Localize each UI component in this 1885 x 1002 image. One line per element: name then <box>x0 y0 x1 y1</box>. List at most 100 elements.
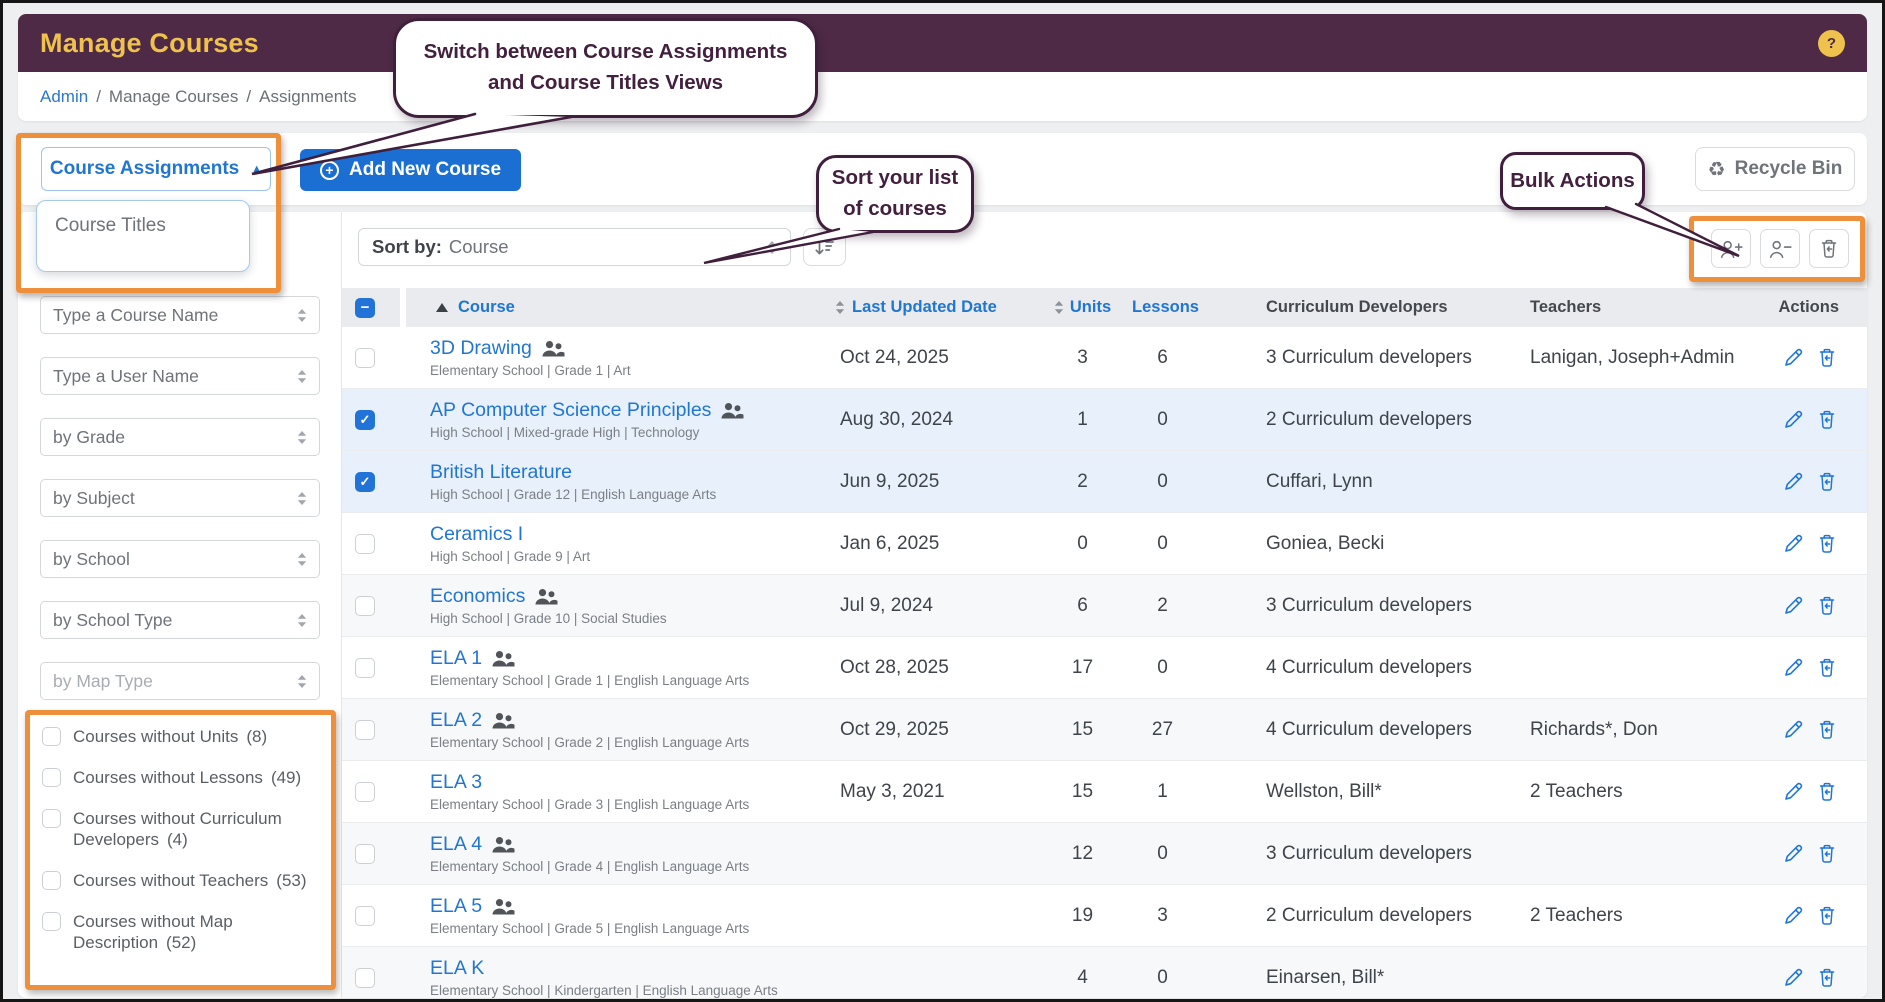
checkbox[interactable] <box>42 871 61 890</box>
filter-select[interactable]: by School Type <box>40 601 320 639</box>
filter-checkbox-item[interactable]: Courses without Curriculum Developers (4) <box>42 808 319 850</box>
row-checkbox[interactable]: ✓ <box>355 905 375 926</box>
filter-select[interactable]: Type a User Name <box>40 357 320 395</box>
course-subtitle: High School | Mixed-grade High | Technol… <box>430 425 700 440</box>
chevron-up-icon: ▲ <box>251 162 263 175</box>
course-link[interactable]: 3D Drawing <box>430 337 532 360</box>
teachers-cell: 2 Teachers <box>1530 904 1623 926</box>
edit-button[interactable] <box>1783 905 1804 926</box>
row-checkbox[interactable]: ✓ <box>355 471 375 492</box>
bulk-add-user-button[interactable] <box>1711 229 1751 268</box>
delete-button[interactable] <box>1817 657 1837 678</box>
course-link[interactable]: ELA 1 <box>430 647 482 670</box>
filter-select[interactable]: by School <box>40 540 320 578</box>
column-header-lessons[interactable]: Lessons <box>1130 298 1199 317</box>
sort-by-label: Sort by: <box>372 236 442 257</box>
edit-button[interactable] <box>1783 347 1804 368</box>
filter-count: (52) <box>166 933 197 952</box>
teachers-cell: Lanigan, Joseph+Admin <box>1530 346 1735 368</box>
filter-select[interactable]: Type a Course Name <box>40 296 320 334</box>
checkbox[interactable] <box>42 768 61 787</box>
filter-count: (49) <box>270 768 302 787</box>
column-header-curriculum-developers: Curriculum Developers <box>1266 298 1448 316</box>
filter-checkbox-item[interactable]: Courses without Map Description (52) <box>42 911 319 953</box>
checkbox[interactable] <box>42 912 61 931</box>
delete-button[interactable] <box>1817 905 1837 926</box>
course-link[interactable]: ELA 4 <box>430 833 482 856</box>
row-checkbox[interactable]: ✓ <box>355 843 375 864</box>
course-link[interactable]: British Literature <box>430 461 572 484</box>
edit-button[interactable] <box>1783 967 1804 988</box>
sort-by-value: Course <box>448 236 509 257</box>
sort-direction-button[interactable] <box>803 228 846 266</box>
delete-button[interactable] <box>1817 347 1837 368</box>
table-row: ✓ ELA K <box>342 946 1867 998</box>
lessons-cell: 0 <box>1157 470 1168 492</box>
delete-button[interactable] <box>1817 843 1837 864</box>
checkbox[interactable] <box>42 727 61 746</box>
course-link[interactable]: ELA K <box>430 957 484 980</box>
sort-by-select[interactable]: Sort by: Course <box>358 228 791 266</box>
course-link[interactable]: Economics <box>430 585 525 608</box>
pencil-icon <box>1785 348 1803 366</box>
sort-asc-icon <box>436 303 448 312</box>
delete-button[interactable] <box>1817 781 1837 802</box>
course-link[interactable]: AP Computer Science Principles <box>430 399 711 422</box>
view-selector-dropdown[interactable]: Course Assignments ▲ <box>41 147 271 191</box>
column-header-last-updated[interactable]: Last Updated Date <box>835 298 1035 317</box>
row-checkbox[interactable]: ✓ <box>355 595 375 616</box>
checkbox[interactable] <box>42 809 61 828</box>
filter-select[interactable]: by Subject <box>40 479 320 517</box>
filter-checkbox-item[interactable]: Courses without Units (8) <box>42 726 319 747</box>
column-header-course[interactable]: Course <box>406 298 835 317</box>
filter-select[interactable]: by Map Type <box>40 662 320 700</box>
row-checkbox[interactable]: ✓ <box>355 347 375 368</box>
row-checkbox[interactable]: ✓ <box>355 657 375 678</box>
edit-button[interactable] <box>1783 843 1804 864</box>
actions-cell <box>1760 657 1867 678</box>
edit-button[interactable] <box>1783 533 1804 554</box>
row-checkbox[interactable]: ✓ <box>355 781 375 802</box>
edit-button[interactable] <box>1783 657 1804 678</box>
course-subtitle: High School | Grade 9 | Art <box>430 549 591 564</box>
course-link[interactable]: ELA 3 <box>430 771 482 794</box>
breadcrumb-manage-courses: Manage Courses <box>108 86 239 106</box>
row-checkbox[interactable]: ✓ <box>355 409 375 430</box>
edit-button[interactable] <box>1783 409 1804 430</box>
edit-button[interactable] <box>1783 471 1804 492</box>
column-header-units[interactable]: Units <box>1035 298 1130 317</box>
filter-select[interactable]: by Grade <box>40 418 320 456</box>
add-new-course-button[interactable]: + Add New Course <box>300 149 522 191</box>
breadcrumb-admin-link[interactable]: Admin <box>40 87 88 107</box>
bulk-remove-user-button[interactable] <box>1760 229 1800 268</box>
help-icon[interactable]: ? <box>1818 29 1845 57</box>
filter-checkbox-label: Courses without Units (8) <box>73 727 268 746</box>
bulk-actions <box>1711 229 1849 268</box>
updown-icon <box>835 301 845 314</box>
course-link[interactable]: ELA 2 <box>430 709 482 732</box>
filter-checkbox-item[interactable]: Courses without Teachers (53) <box>42 870 319 891</box>
edit-button[interactable] <box>1783 595 1804 616</box>
row-checkbox[interactable]: ✓ <box>355 719 375 740</box>
trash-restore-icon <box>1819 968 1835 987</box>
table-row: ✓ Ceramics I <box>342 512 1867 574</box>
course-link[interactable]: Ceramics I <box>430 523 523 546</box>
bulk-delete-button[interactable] <box>1809 229 1849 268</box>
delete-button[interactable] <box>1817 595 1837 616</box>
recycle-bin-button[interactable]: ♻ Recycle Bin <box>1695 147 1855 191</box>
menu-item-course-titles[interactable]: Course Titles <box>55 215 231 237</box>
edit-button[interactable] <box>1783 781 1804 802</box>
people-icon <box>491 836 515 854</box>
row-checkbox[interactable]: ✓ <box>355 533 375 554</box>
course-link[interactable]: ELA 5 <box>430 895 482 918</box>
delete-button[interactable] <box>1817 719 1837 740</box>
delete-button[interactable] <box>1817 967 1837 988</box>
delete-button[interactable] <box>1817 533 1837 554</box>
edit-button[interactable] <box>1783 719 1804 740</box>
delete-button[interactable] <box>1817 409 1837 430</box>
filter-checkbox-item[interactable]: Courses without Lessons (49) <box>42 767 319 788</box>
pencil-icon <box>1785 410 1803 428</box>
row-checkbox[interactable]: ✓ <box>355 967 375 988</box>
select-all-checkbox[interactable]: − <box>355 297 375 318</box>
delete-button[interactable] <box>1817 471 1837 492</box>
